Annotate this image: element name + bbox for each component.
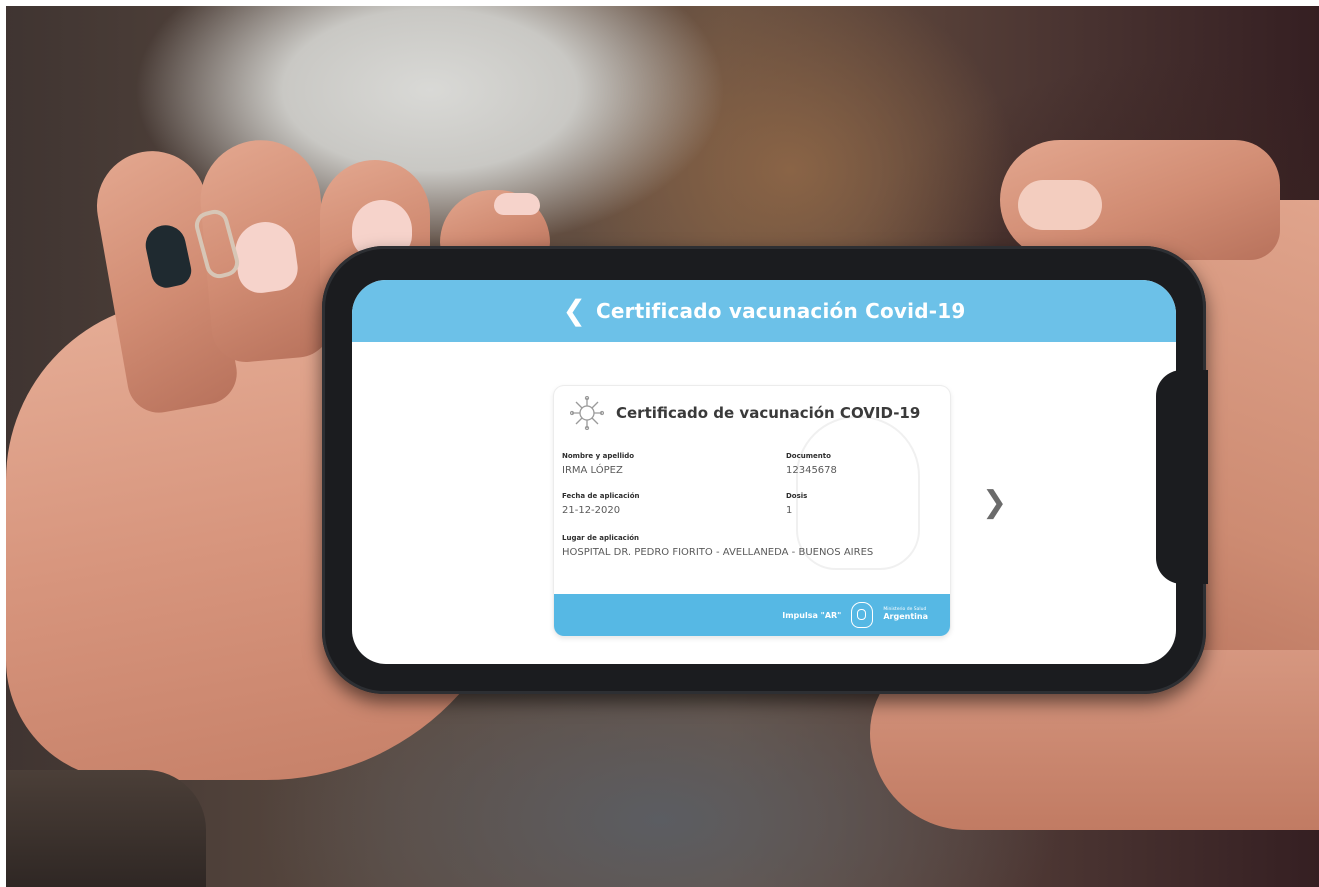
field-value: 12345678 [786,465,837,476]
card-footer: Impulsa "AR" Ministerio de Salud Argenti… [554,594,950,636]
field-label: Lugar de aplicación [562,534,640,542]
field-application-place: Lugar de aplicación HOSPITAL DR. PEDRO F… [562,534,873,558]
smartphone: ❮ Certificado vacunación Covid-19 Certif… [322,246,1208,694]
field-label: Fecha de aplicación [562,492,640,500]
field-value: IRMA LÓPEZ [562,465,623,476]
field-value: HOSPITAL DR. PEDRO FIORITO - AVELLANEDA … [562,547,874,558]
coat-of-arms-icon [851,602,874,628]
field-label: Documento [786,452,831,460]
field-application-date: Fecha de aplicación 21-12-2020 [562,492,639,516]
field-label: Dosis [786,492,808,500]
field-value: 1 [786,505,793,516]
field-name: Nombre y apellido IRMA LÓPEZ [562,452,634,476]
app-header: ❮ Certificado vacunación Covid-19 [352,280,1176,342]
certificate-title: Certificado de vacunación COVID-19 [616,404,921,422]
phone-notch [1156,370,1208,584]
chevron-right-icon[interactable]: ❯ [982,488,1007,518]
header-title: Certificado vacunación Covid-19 [596,299,966,323]
virus-icon [570,396,604,430]
card-header: Certificado de vacunación COVID-19 [570,396,920,430]
field-label: Nombre y apellido [562,452,635,460]
ministry-logo: Ministerio de Salud Argentina [883,608,928,621]
field-dose: Dosis 1 [786,492,807,516]
field-document: Documento 12345678 [786,452,837,476]
vaccination-certificate-card[interactable]: Certificado de vacunación COVID-19 Nombr… [554,386,950,636]
impulsa-logo-text: Impulsa "AR" [782,610,842,620]
chevron-left-icon[interactable]: ❮ [563,297,586,325]
fingernail [494,193,540,215]
fingernail [1018,180,1102,230]
sleeve [6,770,206,887]
phone-screen: ❮ Certificado vacunación Covid-19 Certif… [352,280,1176,664]
field-value: 21-12-2020 [562,505,621,516]
ministry-country: Argentina [883,612,928,622]
